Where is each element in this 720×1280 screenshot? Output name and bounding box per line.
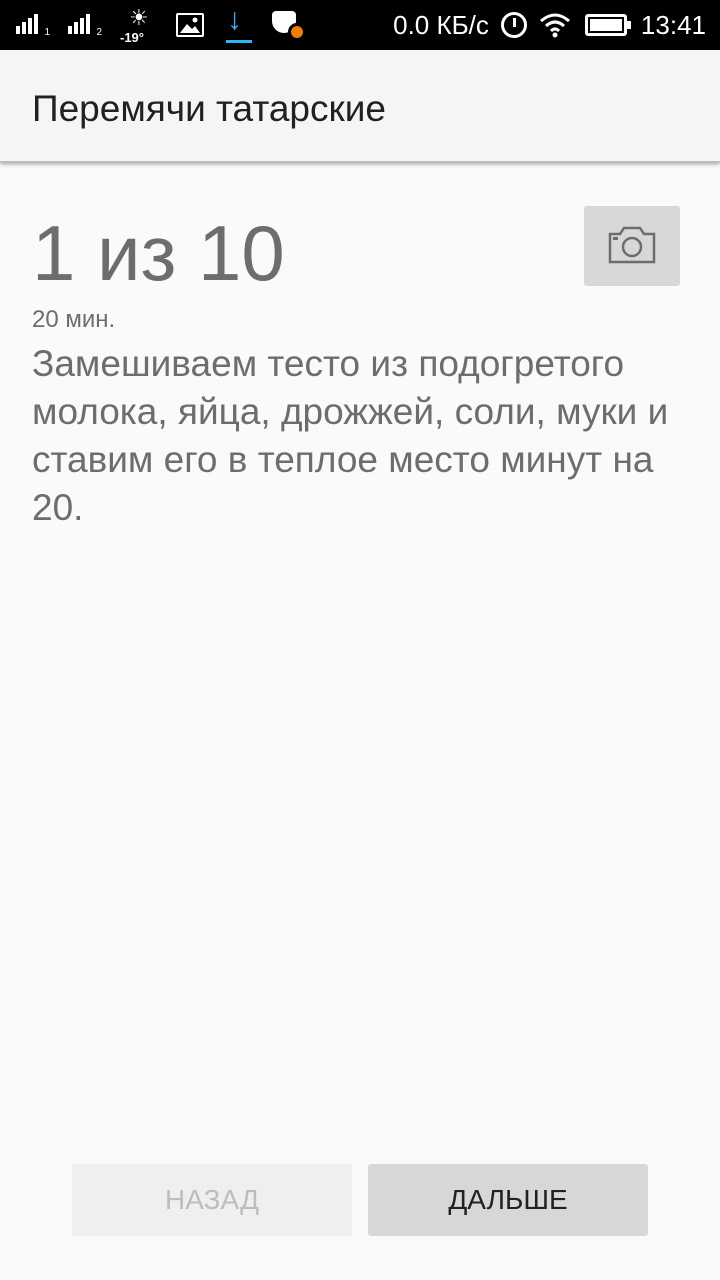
step-duration: 20 мин. [32, 306, 116, 333]
next-button[interactable]: Дальше [368, 1164, 648, 1236]
signal-sim1-icon: 1 [16, 12, 50, 38]
back-button[interactable]: Назад [72, 1164, 352, 1236]
app-badge-icon [272, 9, 306, 41]
network-speed: 0.0 КБ/с [393, 9, 489, 40]
system-status: 0.0 КБ/с 13:41 [393, 0, 706, 50]
step-counter: 1 из 10 [32, 209, 285, 297]
signal-sim2-icon: 2 [68, 12, 102, 38]
app-bar: Перемячи татарские [0, 50, 720, 162]
weather-icon: ☀ -19° [120, 5, 158, 46]
battery-icon [584, 14, 631, 36]
photo-button[interactable] [584, 206, 680, 286]
sim2-label: 2 [96, 27, 102, 38]
clock: 13:41 [640, 9, 706, 40]
wifi-icon [539, 12, 571, 38]
step-description: Замешиваем тесто из подогретого молока, … [32, 343, 669, 528]
page-title: Перемячи татарские [32, 88, 386, 129]
camera-icon [608, 226, 656, 264]
notification-icons: 1 2 ☀ -19° ↓ [16, 0, 324, 50]
sim1-label: 1 [44, 27, 50, 38]
status-bar: 1 2 ☀ -19° ↓ 0.0 КБ/с 13:41 [0, 0, 720, 50]
sun-icon: ☀ [129, 5, 149, 30]
download-icon: ↓ [222, 3, 254, 45]
alarm-icon [500, 12, 527, 38]
weather-temp: -19° [120, 30, 144, 45]
image-icon [176, 13, 204, 37]
